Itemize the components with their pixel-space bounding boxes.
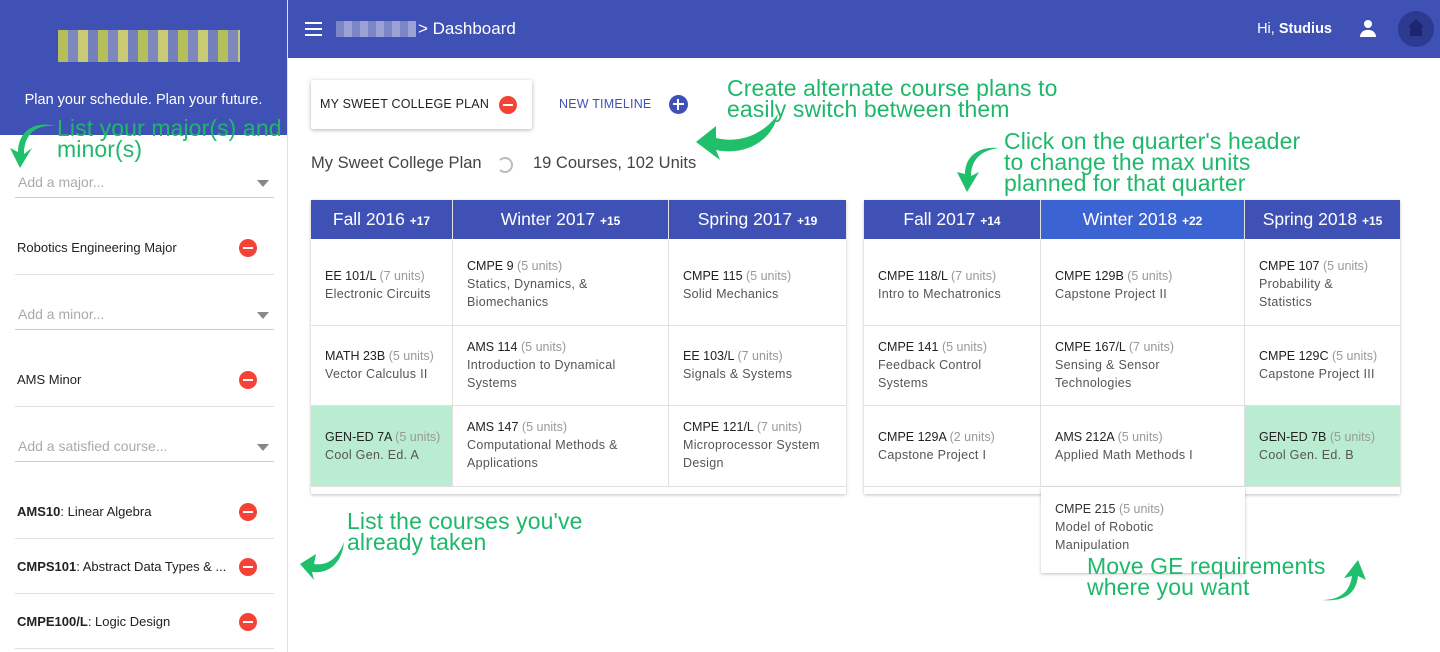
user-greeting: Hi, Studius xyxy=(1257,21,1332,37)
top-app-bar: > Dashboard Hi, Studius xyxy=(288,0,1440,58)
quarter-header-active[interactable]: Winter 2018 +22 xyxy=(1041,200,1244,239)
quarter-winter-2017: Winter 2017 +15 CMPE 9 (5 units) Statics,… xyxy=(453,200,669,487)
course-card[interactable]: EE 101/L (7 units) Electronic Circuits xyxy=(311,239,452,326)
minor-label: AMS Minor xyxy=(17,372,82,387)
annotation-arrow xyxy=(957,147,999,192)
course-dropdown[interactable]: Add a satisfied course... xyxy=(15,432,274,462)
course-card[interactable]: CMPE 141 (5 units) Feedback Control Syste… xyxy=(864,326,1040,406)
annotation-arrow xyxy=(1322,560,1366,601)
chevron-down-icon xyxy=(257,180,269,187)
quarter-units: +14 xyxy=(980,214,1001,228)
quarter-units: +17 xyxy=(409,214,431,228)
remove-course-button[interactable] xyxy=(239,503,257,521)
course-card[interactable]: CMPE 167/L (7 units) Sensing & Sensor Tec… xyxy=(1041,326,1244,406)
course-card[interactable]: MATH 23B (5 units) Vector Calculus II xyxy=(311,326,452,406)
quarter-winter-2018: Winter 2018 +22 CMPE 129B (5 units) Capst… xyxy=(1041,200,1245,487)
quarter-units: +15 xyxy=(599,214,621,228)
quarter-header[interactable]: Spring 2017 +19 xyxy=(669,200,846,239)
course-code: AMS10 xyxy=(17,504,61,519)
annotation-arrow xyxy=(300,542,344,580)
add-timeline-icon[interactable] xyxy=(669,95,688,114)
course-code: CMPS101 xyxy=(17,559,77,574)
quarter-header[interactable]: Winter 2017 +15 xyxy=(453,200,668,239)
course-card[interactable]: CMPE 129A (2 units) Capstone Project I xyxy=(864,406,1040,487)
app-logo xyxy=(58,30,240,62)
quarter-fall-2016: Fall 2016 +17 EE 101/L (7 units) Electron… xyxy=(311,200,453,487)
course-card[interactable]: EE 103/L (7 units) Signals & Systems xyxy=(669,326,846,406)
quarter-fall-2017: Fall 2017 +14 CMPE 118/L (7 units) Intro … xyxy=(864,200,1041,487)
annotation-majors: List your major(s) and minor(s) xyxy=(57,115,282,162)
account-icon[interactable] xyxy=(1359,20,1377,38)
breadcrumb: > Dashboard xyxy=(418,19,516,38)
chevron-down-icon xyxy=(257,444,269,451)
course-card[interactable]: AMS 212A (5 units) Applied Math Methods I xyxy=(1041,406,1244,487)
remove-major-button[interactable] xyxy=(239,239,257,257)
remove-plan-button[interactable] xyxy=(499,96,517,114)
taken-course-item: AMS10: Linear Algebra xyxy=(15,485,274,539)
quarter-units: +19 xyxy=(796,214,818,228)
quarter-spring-2017: Spring 2017 +19 CMPE 115 (5 units) Solid … xyxy=(669,200,846,487)
quarter-spring-2018: Spring 2018 +15 CMPE 107 (5 units) Probab… xyxy=(1245,200,1400,487)
annotation-arrow xyxy=(10,124,56,168)
course-card[interactable]: CMPE 129C (5 units) Capstone Project III xyxy=(1245,326,1400,406)
remove-course-button[interactable] xyxy=(239,558,257,576)
annotation-arrow xyxy=(696,114,778,160)
course-card[interactable]: AMS 114 (5 units) Introduction to Dynamic… xyxy=(453,326,668,406)
course-card[interactable]: CMPE 115 (5 units) Solid Mechanics xyxy=(669,239,846,326)
tagline: Plan your schedule. Plan your future. xyxy=(24,92,263,108)
annotation-ge: Move GE requirements where you want xyxy=(1087,553,1326,600)
app-name-redacted xyxy=(336,21,416,37)
course-placeholder: Add a satisfied course... xyxy=(18,438,168,454)
plan-tab-label: MY SWEET COLLEGE PLAN xyxy=(320,97,490,111)
quarter-header[interactable]: Fall 2016 +17 xyxy=(311,200,452,239)
user-name: Studius xyxy=(1278,21,1332,37)
major-placeholder: Add a major... xyxy=(18,174,105,190)
course-card[interactable]: CMPE 129B (5 units) Capstone Project II xyxy=(1041,239,1244,326)
plan-title: My Sweet College Plan xyxy=(311,154,482,172)
menu-icon[interactable] xyxy=(305,22,322,36)
minor-item: AMS Minor xyxy=(15,353,274,407)
course-card-ge[interactable]: GEN-ED 7A (5 units) Cool Gen. Ed. A xyxy=(311,406,452,487)
new-timeline-button[interactable]: NEW TIMELINE xyxy=(559,97,651,111)
course-name: : Abstract Data Types & ... xyxy=(76,559,227,574)
major-item: Robotics Engineering Major xyxy=(15,221,274,275)
course-code: CMPE100/L xyxy=(17,614,88,629)
remove-course-button[interactable] xyxy=(239,613,257,631)
taken-course-item: CMPE100/L: Logic Design xyxy=(15,595,274,649)
remove-minor-button[interactable] xyxy=(239,371,257,389)
quarter-header[interactable]: Spring 2018 +15 xyxy=(1245,200,1400,239)
quarter-header[interactable]: Fall 2017 +14 xyxy=(864,200,1040,239)
quarter-units: +15 xyxy=(1361,214,1383,228)
course-card[interactable]: CMPE 118/L (7 units) Intro to Mechatronic… xyxy=(864,239,1040,326)
annotation-courses-taken: List the courses you've already taken xyxy=(347,508,583,555)
course-card[interactable]: CMPE 9 (5 units) Statics, Dynamics, & Bio… xyxy=(453,239,668,326)
course-card-ge[interactable]: GEN-ED 7B (5 units) Cool Gen. Ed. B xyxy=(1245,406,1400,487)
annotation-quarter-header: Click on the quarter's header to change t… xyxy=(1004,128,1301,196)
year-panel-1: Fall 2016 +17 EE 101/L (7 units) Electron… xyxy=(311,200,846,494)
taken-course-item: CMPS101: Abstract Data Types & ... xyxy=(15,540,274,594)
major-dropdown[interactable]: Add a major... xyxy=(15,168,274,198)
minor-placeholder: Add a minor... xyxy=(18,306,105,322)
course-card[interactable]: CMPE 121/L (7 units) Microprocessor Syste… xyxy=(669,406,846,487)
major-label: Robotics Engineering Major xyxy=(17,240,177,255)
course-card[interactable]: AMS 147 (5 units) Computational Methods &… xyxy=(453,406,668,487)
chevron-down-icon xyxy=(257,312,269,319)
home-icon[interactable] xyxy=(1398,11,1434,47)
year-panel-2: Fall 2017 +14 CMPE 118/L (7 units) Intro … xyxy=(864,200,1400,494)
course-name: : Linear Algebra xyxy=(60,504,152,519)
course-card[interactable]: CMPE 107 (5 units) Probability & Statisti… xyxy=(1245,239,1400,326)
refresh-icon[interactable] xyxy=(497,157,513,173)
minor-dropdown[interactable]: Add a minor... xyxy=(15,300,274,330)
course-name: : Logic Design xyxy=(87,614,171,629)
plan-stats: 19 Courses, 102 Units xyxy=(533,154,697,172)
quarter-units: +22 xyxy=(1181,214,1203,228)
plan-tab[interactable]: MY SWEET COLLEGE PLAN xyxy=(311,80,532,129)
